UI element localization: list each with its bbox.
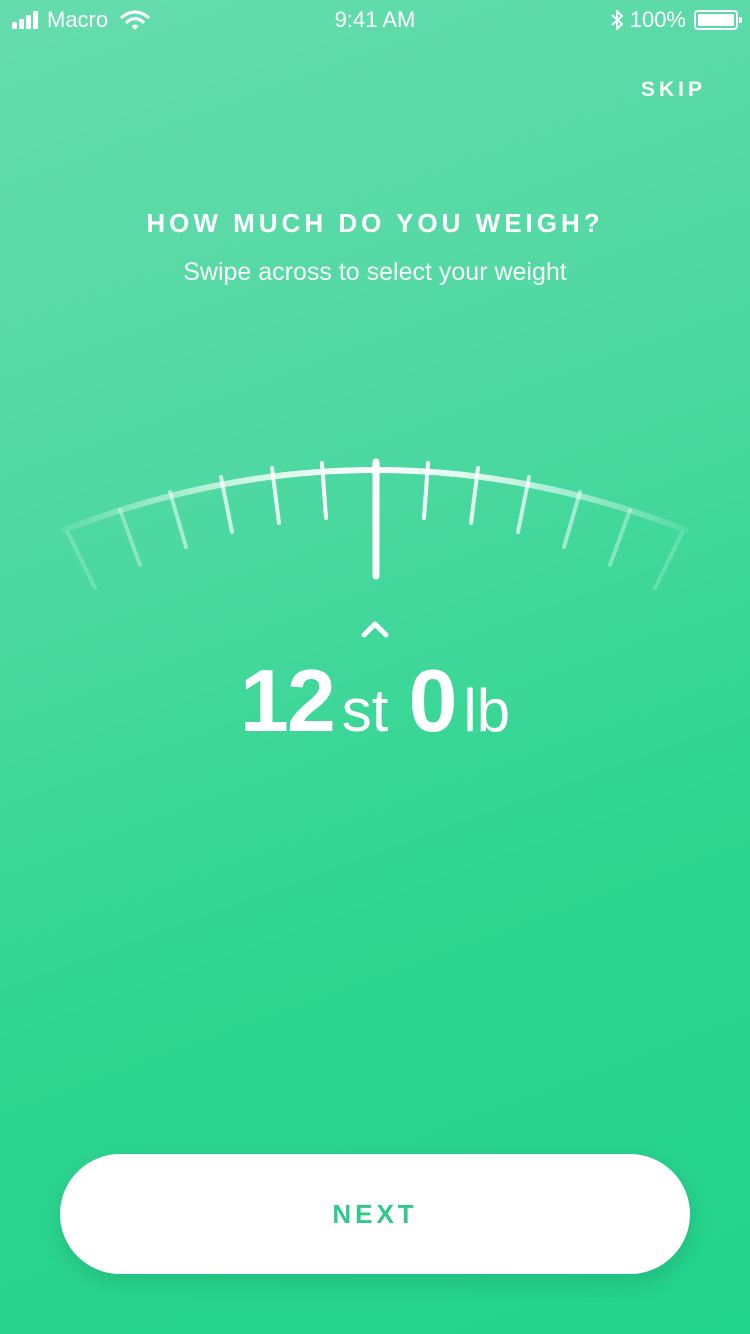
stones-unit: st: [341, 677, 389, 744]
bluetooth-icon: [611, 10, 623, 30]
next-button-label: NEXT: [332, 1198, 418, 1229]
weight-selection-screen: Macro 9:41 AM 100% SKIP HOW MUCH DO YOU …: [0, 0, 750, 1334]
dial-tick: [653, 531, 684, 590]
stones-value: 12: [239, 651, 336, 750]
battery-icon: [694, 10, 742, 30]
battery-percentage: 100%: [629, 7, 686, 32]
dial-tick: [168, 490, 188, 549]
dial-tick: [66, 531, 97, 590]
next-button[interactable]: NEXT: [60, 1154, 690, 1274]
pounds-unit: lb: [463, 677, 511, 744]
page-title: HOW MUCH DO YOU WEIGH?: [146, 208, 604, 238]
status-bar: Macro 9:41 AM 100%: [0, 0, 750, 40]
dial-tick: [118, 508, 142, 567]
page-subtitle: Swipe across to select your weight: [183, 258, 567, 286]
weight-readout: 12st 0 lb: [0, 650, 750, 752]
weight-dial[interactable]: [0, 420, 750, 620]
dial-ticks: [66, 458, 684, 590]
status-right: 100%: [610, 7, 742, 33]
dial-tick: [562, 490, 582, 549]
chevron-up-icon: [361, 621, 389, 638]
pounds-value: 0: [408, 651, 457, 750]
skip-button[interactable]: SKIP: [641, 78, 706, 102]
dial-tick: [608, 508, 632, 567]
